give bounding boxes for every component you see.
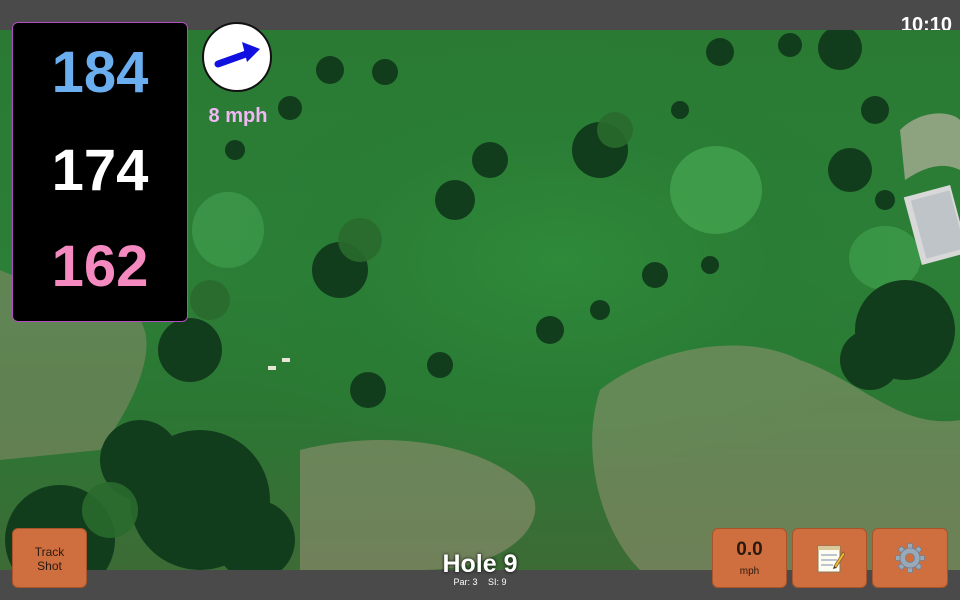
back-yardage: 184 <box>51 40 149 105</box>
arrow-east-northeast-icon <box>214 42 260 68</box>
speed-button[interactable]: 0.0 mph <box>712 528 787 588</box>
speed-unit: mph <box>739 566 760 577</box>
settings-button[interactable] <box>872 528 948 588</box>
notes-button[interactable] <box>792 528 867 588</box>
hole-stroke-index: SI: 9 <box>488 577 507 587</box>
center-yardage: 174 <box>51 138 149 203</box>
notepad-icon <box>817 545 845 573</box>
hole-meta: Par: 3 SI: 9 <box>380 577 580 587</box>
yardage-panel: 184 174 162 <box>12 22 188 322</box>
front-yardage: 162 <box>51 234 149 299</box>
wind-speed-label: 8 mph <box>208 105 268 127</box>
track-shot-label: Track Shot <box>34 545 65 573</box>
track-shot-button[interactable]: Track Shot <box>12 528 87 588</box>
hole-par: Par: 3 <box>453 577 478 587</box>
speed-value: 0.0 <box>736 539 763 560</box>
gear-icon <box>895 543 925 573</box>
wind-direction-indicator <box>202 22 272 92</box>
hole-title: Hole 9 <box>442 550 518 578</box>
